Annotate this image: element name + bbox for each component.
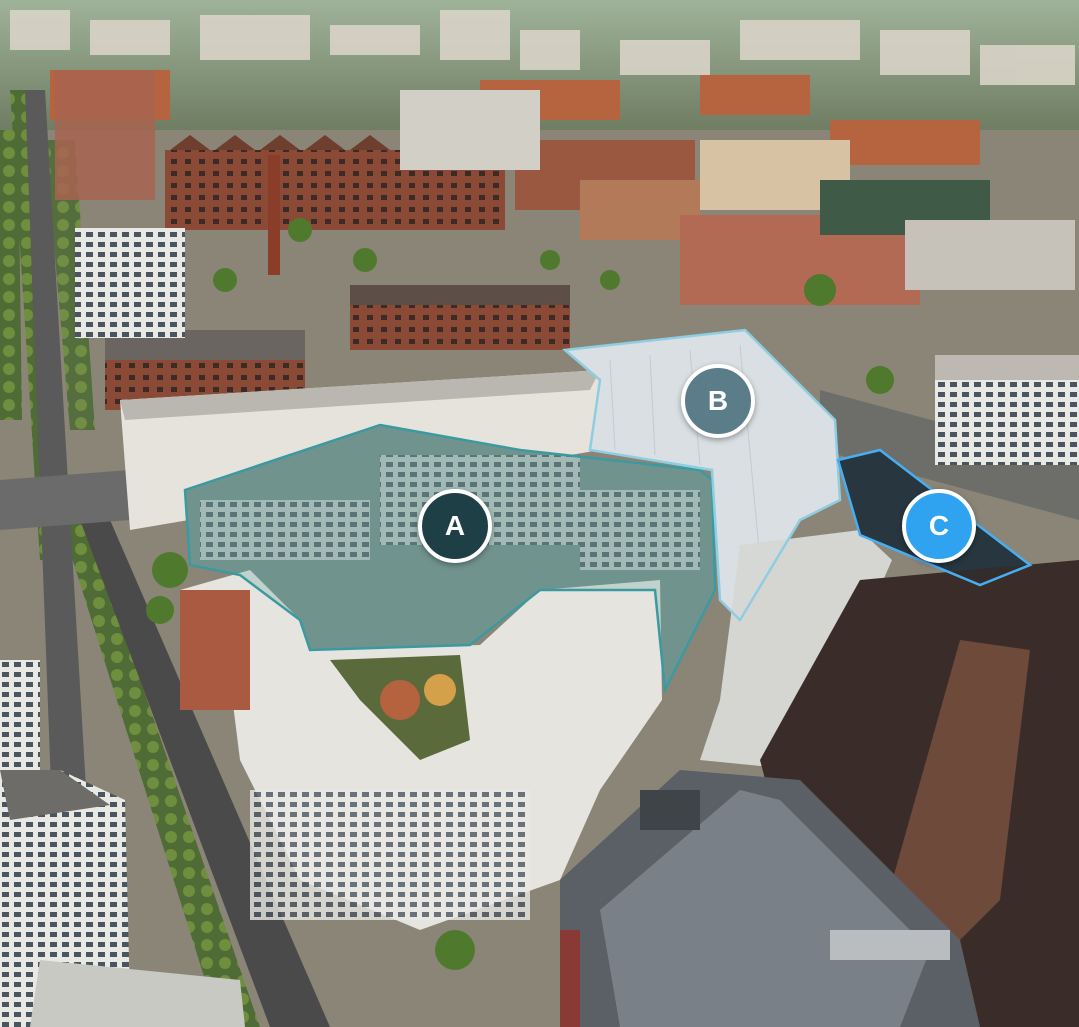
area-c-marker[interactable]: C xyxy=(902,489,976,563)
area-b-marker[interactable]: B xyxy=(681,364,755,438)
aerial-site-map: A B C xyxy=(0,0,1079,1027)
area-a-marker[interactable]: A xyxy=(418,489,492,563)
